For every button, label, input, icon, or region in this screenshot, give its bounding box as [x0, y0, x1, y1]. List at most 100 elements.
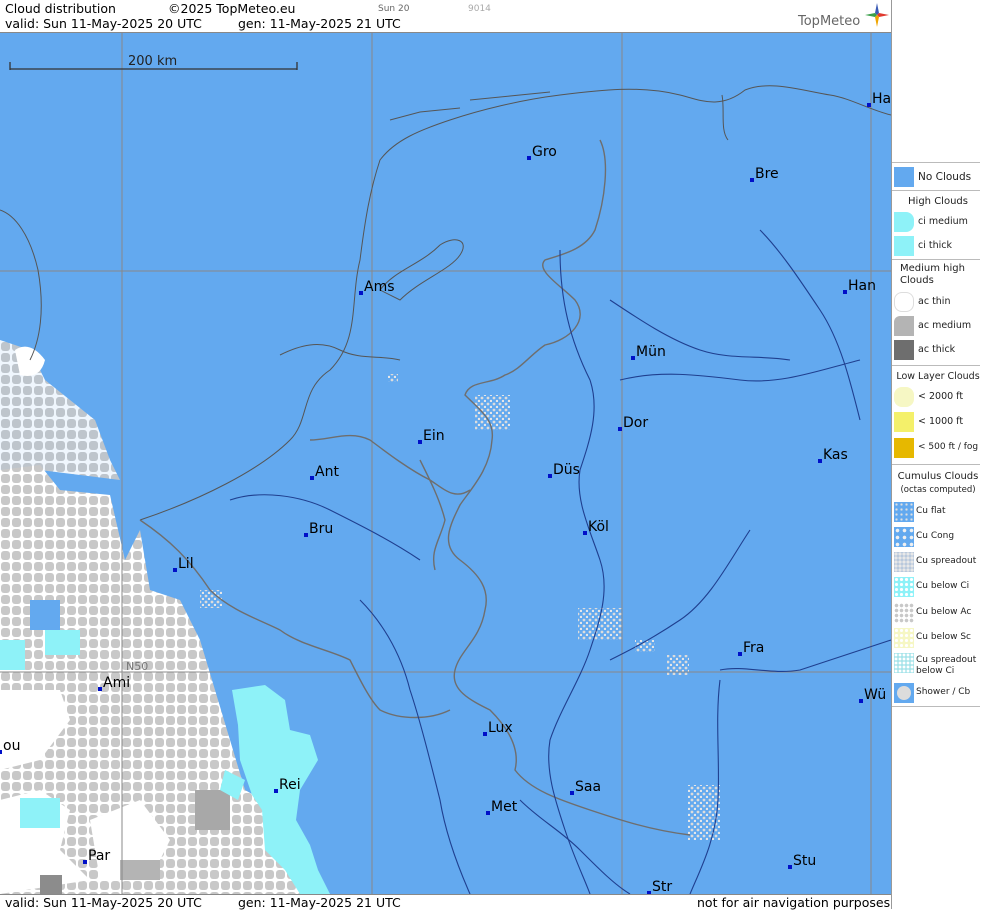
- city-marker: [859, 699, 863, 703]
- city-marker: [98, 687, 102, 691]
- run-code: 9014: [468, 4, 491, 14]
- footer-gen-time: gen: 11-May-2025 21 UTC: [238, 895, 401, 910]
- valid-time: valid: Sun 11-May-2025 20 UTC: [5, 16, 202, 31]
- city-marker: [750, 178, 754, 182]
- city-marker: [418, 440, 422, 444]
- legend-cu-spreadout-below-ci: Cu spreadout below Ci: [892, 651, 983, 679]
- city-4: Han: [843, 278, 876, 294]
- legend-low-500: < 500 ft / fog: [892, 436, 983, 460]
- legend-high-title: High Clouds: [908, 196, 968, 207]
- city-23: Stu: [788, 853, 816, 869]
- legend-swatch: [894, 167, 914, 187]
- city-label: Köl: [588, 519, 609, 535]
- gen-time: gen: 11-May-2025 21 UTC: [238, 16, 401, 31]
- city-marker: [83, 860, 87, 864]
- legend-panel: No Clouds High Clouds ci medium ci thick…: [891, 0, 983, 909]
- city-marker: [548, 474, 552, 478]
- city-22: Par: [83, 848, 110, 864]
- legend-cu-below-ci: Cu below Ci: [892, 575, 983, 599]
- city-label: Ami: [103, 675, 130, 691]
- city-marker: [818, 459, 822, 463]
- city-1: Gro: [527, 144, 557, 160]
- city-9: Düs: [548, 462, 580, 478]
- city-marker: [310, 476, 314, 480]
- legend-low-1000: < 1000 ft: [892, 410, 983, 434]
- city-20: Saa: [570, 779, 601, 795]
- city-marker: [738, 652, 742, 656]
- city-label: Wü: [864, 687, 886, 703]
- legend-ac-thin: ac thin: [892, 290, 983, 314]
- copyright: ©2025 TopMeteo.eu: [168, 1, 296, 16]
- legend-low-title: Low Layer Clouds: [896, 371, 980, 382]
- legend-low-2000: < 2000 ft: [892, 385, 983, 409]
- legend-ci-thick: ci thick: [892, 234, 983, 258]
- legend-cu-title: Cumulus Clouds: [897, 471, 979, 482]
- legend-cu-spreadout: Cu spreadout: [892, 550, 983, 574]
- city-5: Mün: [631, 344, 666, 360]
- city-21: Met: [486, 799, 518, 815]
- city-7: Dor: [618, 415, 648, 431]
- city-18: ou: [0, 738, 20, 754]
- city-label: Kas: [823, 447, 848, 463]
- city-label: Ha: [872, 91, 891, 107]
- legend-cu-flat: Cu flat: [892, 500, 983, 524]
- city-3: Ams: [359, 279, 395, 295]
- city-11: Bru: [304, 521, 333, 537]
- legend-cu-below-sc: Cu below Sc: [892, 626, 983, 650]
- city-17: Lux: [483, 720, 513, 736]
- city-label: Lil: [178, 556, 194, 572]
- city-8: Ant: [310, 464, 339, 480]
- city-marker: [631, 356, 635, 360]
- topmeteo-logo: TopMeteo: [798, 14, 861, 29]
- city-label: Par: [88, 848, 110, 864]
- city-marker: [483, 732, 487, 736]
- city-marker: [618, 427, 622, 431]
- city-marker: [843, 290, 847, 294]
- legend-cu-cong: Cu Cong: [892, 525, 983, 549]
- city-2: Bre: [750, 166, 779, 182]
- city-marker: [570, 791, 574, 795]
- city-label: Ein: [423, 428, 445, 444]
- cloud-map[interactable]: N50 200 km HaGroBreAms HanMünEinDorAnt D…: [0, 33, 891, 894]
- legend-cu-subtitle: (octas computed): [900, 485, 976, 495]
- city-marker: [304, 533, 308, 537]
- city-label: Str: [652, 879, 672, 894]
- city-label: Dor: [623, 415, 648, 431]
- city-label: Mün: [636, 344, 666, 360]
- footer-valid-time: valid: Sun 11-May-2025 20 UTC: [5, 895, 202, 910]
- city-label: Han: [848, 278, 876, 294]
- city-marker: [788, 865, 792, 869]
- city-15: Ami: [98, 675, 130, 691]
- compass-logo-icon: [865, 3, 889, 27]
- legend-ac-medium: ac medium: [892, 314, 983, 338]
- legend-ci-medium: ci medium: [892, 210, 983, 234]
- scale-bar-label: 200 km: [128, 54, 177, 69]
- city-marker: [173, 568, 177, 572]
- legend-cu-below-ac: Cu below Ac: [892, 601, 983, 625]
- latitude-label: N50: [126, 660, 148, 673]
- city-label: ou: [3, 738, 20, 754]
- city-10: Kas: [818, 447, 848, 463]
- city-marker: [0, 750, 2, 754]
- run-label: Sun 20: [378, 4, 410, 14]
- city-marker: [867, 103, 871, 107]
- city-label: Saa: [575, 779, 601, 795]
- map-title: Cloud distribution: [5, 1, 116, 16]
- legend-ac-thick: ac thick: [892, 338, 983, 362]
- city-label: Düs: [553, 462, 580, 478]
- city-16: Wü: [859, 687, 886, 703]
- city-marker: [583, 531, 587, 535]
- city-marker: [359, 291, 363, 295]
- city-label: Fra: [743, 640, 764, 656]
- city-marker: [527, 156, 531, 160]
- legend-no-clouds: No Clouds: [892, 165, 983, 189]
- city-label: Bru: [309, 521, 333, 537]
- city-marker: [486, 811, 490, 815]
- city-label: Bre: [755, 166, 779, 182]
- disclaimer: not for air navigation purposes: [697, 895, 891, 910]
- city-label: Lux: [488, 720, 513, 736]
- city-label: Gro: [532, 144, 557, 160]
- legend-medium-title: Medium high Clouds: [900, 263, 965, 286]
- city-label: Stu: [793, 853, 816, 869]
- map-footer: valid: Sun 11-May-2025 20 UTC gen: 11-Ma…: [0, 894, 891, 910]
